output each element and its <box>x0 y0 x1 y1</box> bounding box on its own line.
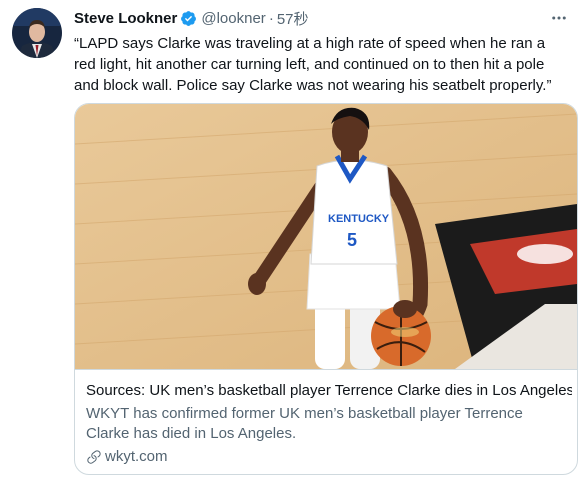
card-title[interactable]: Sources: UK men’s basketball player Terr… <box>86 381 572 401</box>
header-separator: · <box>268 9 274 27</box>
card-domain-text: wkyt.com <box>105 448 168 465</box>
author-handle[interactable]: @lookner <box>201 10 265 27</box>
tweet-text: “LAPD says Clarke was traveling at a hig… <box>74 35 552 94</box>
jersey-number: 5 <box>347 230 357 250</box>
more-icon[interactable] <box>547 8 571 28</box>
author-name[interactable]: Steve Lookner <box>74 10 177 27</box>
jersey-text: KENTUCKY <box>328 213 390 225</box>
link-icon <box>86 449 102 465</box>
card-domain[interactable]: wkyt.com <box>86 447 168 467</box>
link-card[interactable]: KENTUCKY 5 Sources: UK men’s basketball … <box>74 103 578 475</box>
tweet-header: Steve Lookner @lookner · 57秒 <box>74 8 309 28</box>
author-avatar[interactable] <box>12 8 62 58</box>
tweet-timestamp[interactable]: 57秒 <box>277 8 309 29</box>
card-description: WKYT has confirmed former UK men’s baske… <box>86 405 523 442</box>
verified-badge-icon <box>180 10 197 27</box>
card-image[interactable]: KENTUCKY 5 <box>75 104 577 370</box>
